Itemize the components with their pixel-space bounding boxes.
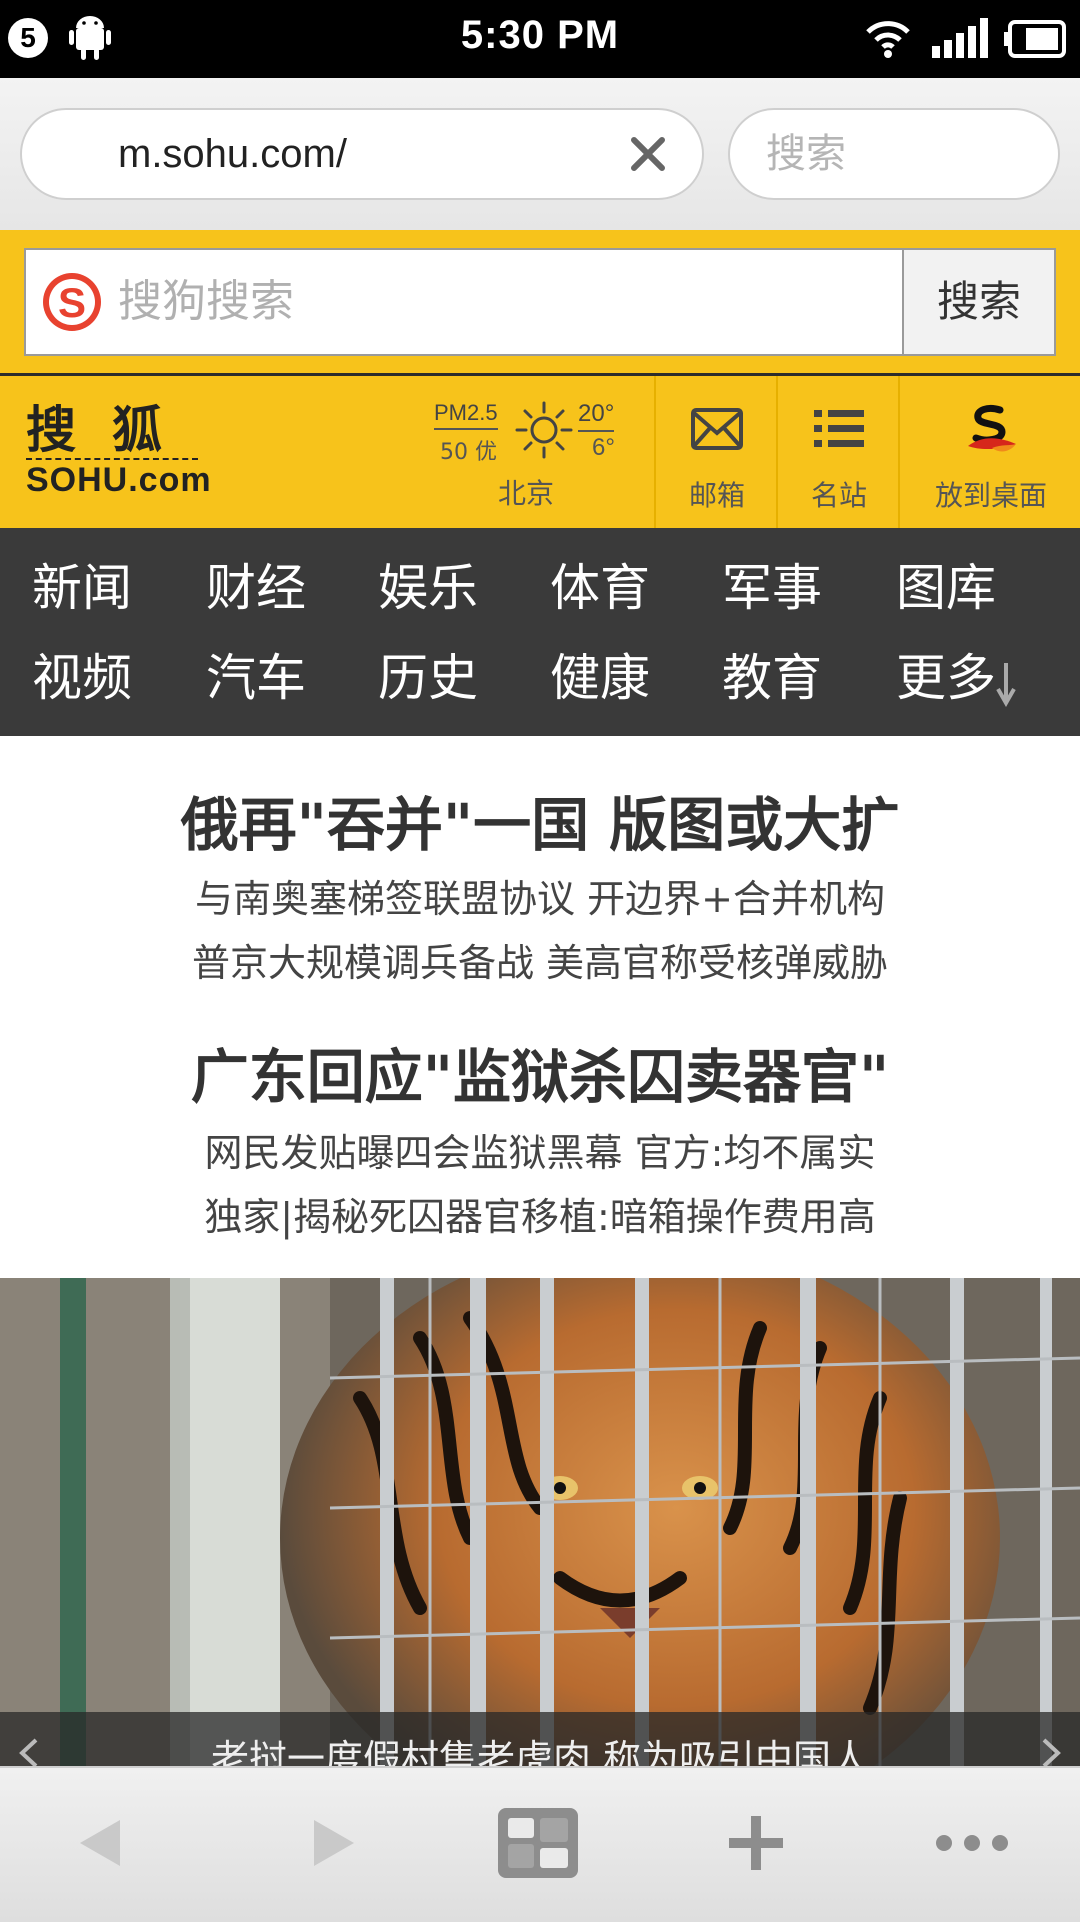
nav-item-military[interactable]: 军事	[722, 558, 822, 618]
shortcut-mail-label: 邮箱	[688, 479, 745, 512]
logo-english-text: SOHU.com	[26, 461, 212, 499]
sogou-search-input[interactable]: 搜狗搜索	[118, 250, 294, 354]
arrow-down-icon	[996, 662, 1016, 707]
site-header: 搜狐 SOHU.com PM2.5 50 优 20° 6° 北京 邮箱 名站 放…	[0, 376, 1080, 528]
sogou-search-strip: S 搜狗搜索 搜索	[0, 230, 1080, 376]
weather-city: 北京	[498, 477, 555, 510]
tabs-icon[interactable]	[498, 1808, 578, 1878]
category-nav: 新闻 财经 娱乐 体育 军事 图库 视频 汽车 历史 健康 教育 更多	[0, 528, 1080, 736]
add-icon[interactable]	[716, 1808, 796, 1878]
url-text: m.sohu.com/	[118, 132, 347, 176]
featured-photo[interactable]	[0, 1278, 1080, 1768]
shortcut-add-desktop[interactable]: 放到桌面	[898, 376, 1080, 528]
shortcut-sites-label: 名站	[810, 479, 867, 512]
shortcut-add-desktop-label: 放到桌面	[934, 479, 1047, 512]
svg-text:S: S	[58, 279, 86, 326]
tiger-in-cage-image	[0, 1278, 1080, 1768]
photo-caption-bar[interactable]: 老挝一度假村售老虎肉 称为吸引中国人	[0, 1712, 1080, 1768]
back-icon[interactable]	[64, 1808, 144, 1878]
nav-item-sports[interactable]: 体育	[550, 558, 650, 618]
headline-sub-link[interactable]: 与南奥塞梯签联盟协议 开边界+合并机构	[0, 868, 1080, 923]
nav-item-auto[interactable]: 汽车	[206, 648, 306, 708]
browser-address-area: m.sohu.com/ 搜索	[0, 78, 1080, 231]
nav-item-education[interactable]: 教育	[722, 648, 822, 708]
nav-item-finance[interactable]: 财经	[206, 558, 306, 618]
nav-item-history[interactable]: 历史	[378, 648, 478, 708]
headline-title[interactable]: 俄再"吞并"一国 版图或大扩	[0, 778, 1080, 862]
headline-sub-link[interactable]: 独家|揭秘死囚器官移植:暗箱操作费用高	[0, 1186, 1080, 1241]
nav-item-news[interactable]: 新闻	[32, 558, 132, 618]
sogou-search-button[interactable]: 搜索	[902, 250, 1054, 354]
headline-area: 俄再"吞并"一国 版图或大扩 与南奥塞梯签联盟协议 开边界+合并机构 普京大规模…	[0, 736, 1080, 1276]
pm25-label: PM2.5	[434, 400, 498, 430]
sogou-search-box: S 搜狗搜索 搜索	[24, 248, 1056, 356]
mail-icon	[691, 408, 743, 450]
sohu-s-icon	[968, 404, 1016, 452]
photo-caption: 老挝一度假村售老虎肉 称为吸引中国人	[210, 1737, 870, 1768]
signal-icon	[932, 18, 988, 58]
logo-chinese-text: 搜狐	[26, 400, 198, 460]
status-bar: 5 5:30 PM	[0, 0, 1080, 78]
wifi-icon	[866, 21, 910, 58]
url-field[interactable]: m.sohu.com/	[20, 108, 704, 200]
browser-toolbar	[0, 1766, 1080, 1922]
shortcut-sites[interactable]: 名站	[776, 376, 900, 528]
list-icon	[814, 410, 864, 447]
headline-sub-link[interactable]: 普京大规模调兵备战 美高官称受核弹威胁	[0, 932, 1080, 987]
nav-item-entertainment[interactable]: 娱乐	[378, 558, 478, 618]
nav-item-health[interactable]: 健康	[550, 648, 650, 708]
sogou-logo-icon: S	[43, 273, 101, 331]
nav-item-more[interactable]: 更多	[896, 648, 1016, 708]
chevron-right-icon[interactable]	[1036, 1738, 1066, 1768]
forward-icon[interactable]	[290, 1808, 370, 1878]
headline-sub-link[interactable]: 网民发贴曝四会监狱黑幕 官方:均不属实	[0, 1122, 1080, 1177]
pm25-value: 50 优	[440, 440, 497, 465]
nav-item-gallery[interactable]: 图库	[896, 558, 996, 618]
temperature-low: 6°	[592, 434, 615, 461]
headline-title[interactable]: 广东回应"监狱杀囚卖器官"	[0, 1030, 1080, 1114]
sun-icon	[515, 401, 573, 459]
browser-search-placeholder: 搜索	[766, 131, 846, 177]
sohu-logo[interactable]: 搜狐 SOHU.com	[26, 400, 212, 502]
temperature-high: 20°	[578, 400, 615, 432]
more-icon[interactable]	[932, 1808, 1012, 1878]
nav-item-video[interactable]: 视频	[32, 648, 132, 708]
shortcut-mail[interactable]: 邮箱	[654, 376, 778, 528]
nav-item-more-label: 更多	[896, 649, 996, 707]
battery-icon	[1004, 20, 1066, 58]
weather-widget[interactable]: PM2.5 50 优 20° 6° 北京	[434, 400, 624, 510]
browser-search-field[interactable]: 搜索	[728, 108, 1060, 200]
status-time: 5:30 PM	[460, 13, 620, 57]
clear-url-icon[interactable]	[628, 134, 668, 174]
